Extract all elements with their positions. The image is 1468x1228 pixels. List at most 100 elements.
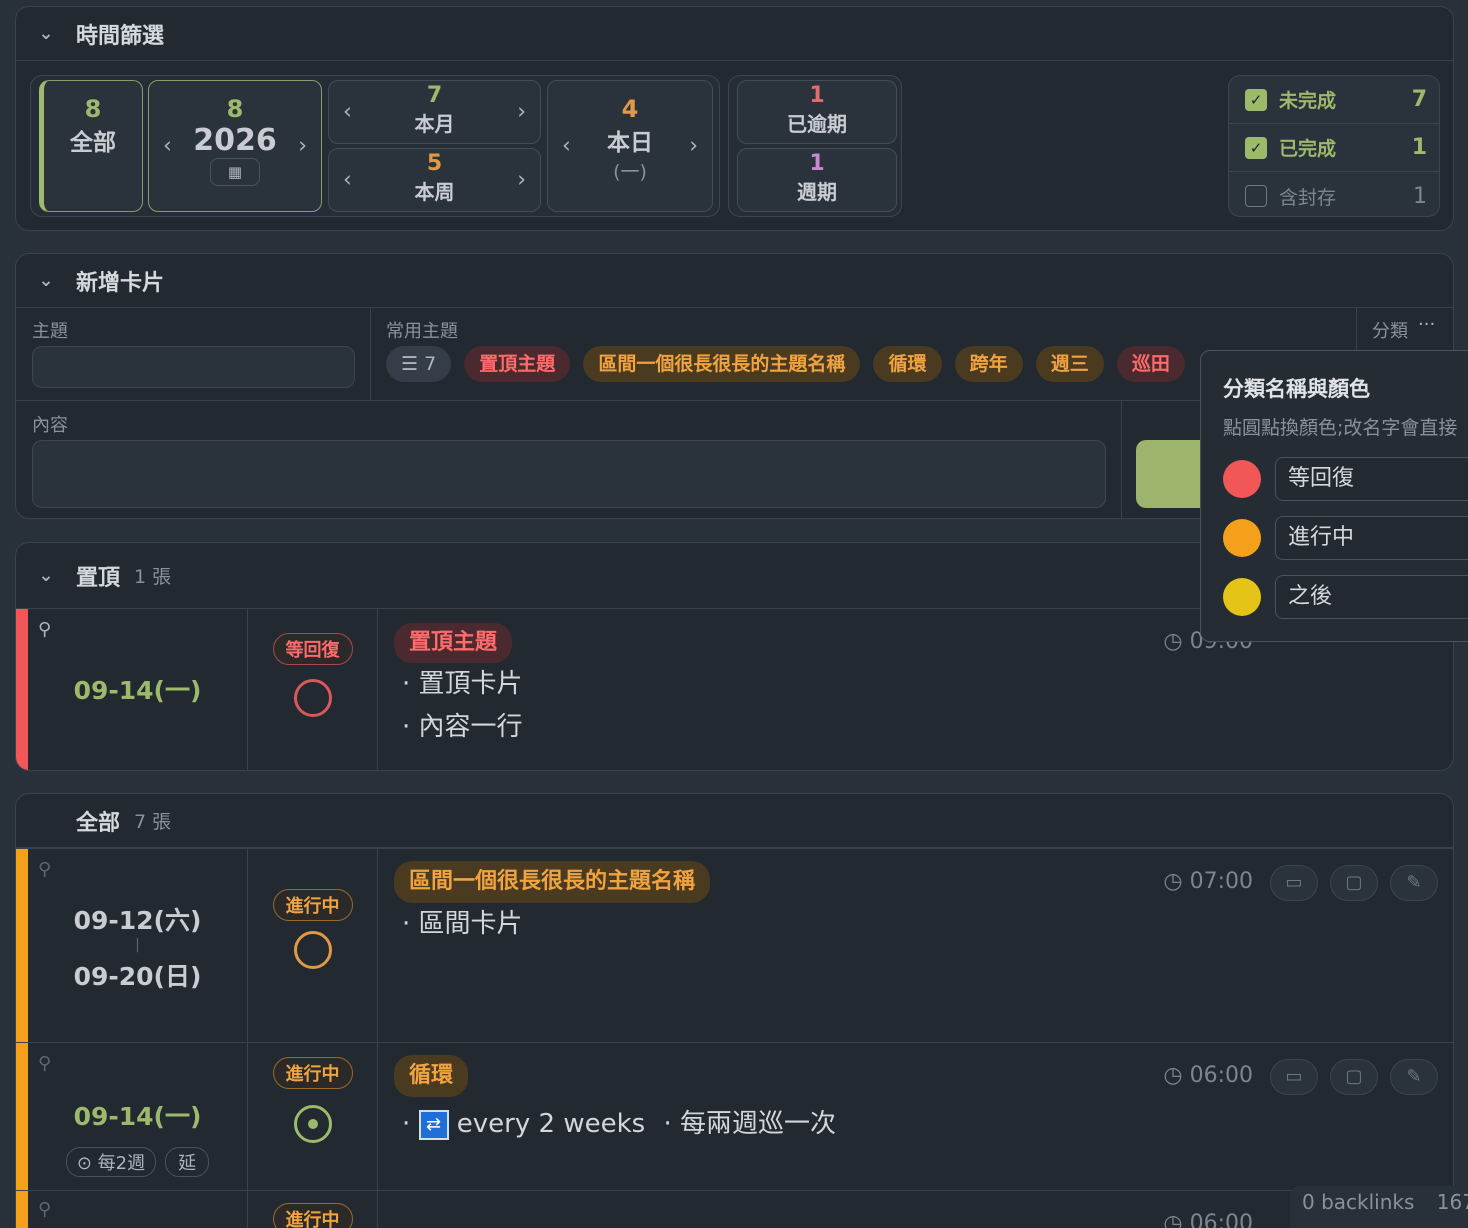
color-dot[interactable]	[1223, 519, 1261, 557]
ring-dot	[307, 1119, 318, 1129]
category-label: 分類	[1372, 321, 1408, 342]
card-line: · 區間卡片	[402, 909, 523, 939]
content-label: 內容	[32, 415, 68, 436]
category-name-input[interactable]: 等回復	[1275, 457, 1468, 501]
card-tag[interactable]: 置頂主題	[394, 623, 513, 663]
status-in-progress-icon[interactable]	[293, 1105, 332, 1143]
color-dot[interactable]	[1223, 460, 1261, 498]
filter-week-tile[interactable]: ‹ › 5 本周	[328, 148, 541, 212]
archive-button[interactable]: ▭	[1270, 1059, 1318, 1095]
common-tag[interactable]: 區間一個很長很長的主題名稱	[583, 346, 861, 382]
next-week-arrow[interactable]: ›	[517, 168, 526, 193]
check-icon: ✓	[1245, 136, 1267, 159]
more-menu-icon[interactable]: ···	[1418, 314, 1435, 335]
filter-day-tile[interactable]: ‹ › 4 本日 (一)	[547, 80, 713, 212]
card-row[interactable]: ⚲ 09-12(六) | 09-20(日) 進行中 區間一個很長很長的主題名稱 …	[16, 848, 1453, 1042]
comment-button[interactable]: ▢	[1330, 865, 1378, 901]
pin-icon[interactable]: ⚲	[38, 1199, 51, 1220]
pin-icon[interactable]: ⚲	[38, 1053, 51, 1074]
category-row: 之後	[1223, 575, 1468, 619]
status-badge[interactable]: 進行中	[272, 1057, 353, 1089]
section-count: 7 張	[134, 811, 172, 833]
card-row[interactable]: ⚲ 09-14(一) ⊙ 每2週 延 進行中 循環 · ⇄ every 2 we…	[16, 1042, 1453, 1190]
status-badge[interactable]: 進行中	[272, 889, 353, 921]
category-popup: 分類名稱與顏色 點圓點換顏色;改名字會直接 等回復 進行中 之後	[1200, 350, 1468, 642]
status-incomplete-checkbox[interactable]: ✓ 未完成 7	[1229, 76, 1439, 124]
subject-input[interactable]	[32, 346, 355, 388]
archive-button[interactable]: ▭	[1270, 865, 1318, 901]
column-divider	[1121, 400, 1122, 518]
pin-icon[interactable]: ⚲	[38, 859, 51, 880]
common-tag[interactable]: 跨年	[954, 346, 1023, 382]
card-content: 循環 · ⇄ every 2 weeks · 每兩週巡一次 ◷ 06:00 ▭ …	[378, 1043, 1453, 1190]
card-status-cell: 等回復	[248, 609, 378, 770]
filter-recurring-tile[interactable]: 1 週期	[737, 148, 897, 212]
all-header[interactable]: 全部 7 張	[16, 794, 1453, 848]
status-filter: ✓ 未完成 7 ✓ 已完成 1 含封存 1	[1228, 75, 1440, 217]
clock-icon: ◷	[1163, 1063, 1190, 1088]
card-tag[interactable]: 循環	[394, 1055, 469, 1097]
backlinks-count[interactable]: 0 backlinks	[1302, 1190, 1414, 1214]
special-filter-group: 1 已逾期 1 週期	[728, 75, 902, 217]
card-status-cell: 進行中	[248, 1191, 378, 1228]
status-ring-icon[interactable]	[293, 679, 332, 717]
card-date-cell: ⚲	[28, 1191, 248, 1228]
prev-month-arrow[interactable]: ‹	[343, 100, 352, 125]
category-name-input[interactable]: 進行中	[1275, 516, 1468, 560]
prev-year-arrow[interactable]: ‹	[163, 134, 172, 159]
status-badge[interactable]: 等回復	[272, 633, 353, 665]
status-badge[interactable]: 進行中	[272, 1203, 353, 1228]
comment-icon: ▢	[1345, 872, 1363, 893]
prev-day-arrow[interactable]: ‹	[562, 134, 571, 159]
repeat-badge[interactable]: ⊙ 每2週	[65, 1147, 157, 1177]
edit-button[interactable]: ✎	[1390, 865, 1438, 901]
tag-list-button[interactable]: ☰ 7	[386, 346, 452, 382]
next-month-arrow[interactable]: ›	[517, 100, 526, 125]
card-status-cell: 進行中	[248, 1043, 378, 1190]
comment-icon: ▢	[1345, 1066, 1363, 1087]
filter-all-tile[interactable]: 8 全部	[39, 80, 143, 212]
category-color-bar	[16, 609, 28, 770]
category-name-input[interactable]: 之後	[1275, 575, 1468, 619]
next-year-arrow[interactable]: ›	[298, 134, 307, 159]
extend-badge[interactable]: 延	[165, 1147, 210, 1177]
card-tag[interactable]: 區間一個很長很長的主題名稱	[394, 861, 711, 903]
new-card-header[interactable]: ⌄ 新增卡片	[16, 254, 1453, 308]
pencil-icon: ✎	[1406, 872, 1422, 893]
pin-icon[interactable]: ⚲	[38, 619, 51, 640]
category-color-bar	[16, 849, 28, 1042]
clock-icon: ◷	[1163, 869, 1190, 894]
common-tags: ☰ 7 置頂主題 區間一個很長很長的主題名稱 循環 跨年 週三 巡田	[386, 346, 1206, 386]
popup-hint: 點圓點換顏色;改名字會直接	[1223, 417, 1458, 439]
card-row[interactable]: ⚲ 進行中 ◷ 06:00	[16, 1190, 1453, 1228]
time-filter-header[interactable]: ⌄ 時間篩選	[16, 7, 1453, 61]
common-tag[interactable]: 巡田	[1116, 346, 1185, 382]
calendar-icon[interactable]: ▦	[210, 158, 260, 186]
clock-icon: ◷	[1163, 1211, 1190, 1228]
common-tag[interactable]: 置頂主題	[464, 346, 571, 382]
chevron-down-icon[interactable]: ⌄	[16, 565, 76, 586]
next-day-arrow[interactable]: ›	[689, 134, 698, 159]
card-content: 區間一個很長很長的主題名稱 · 區間卡片 ◷ 07:00 ▭ ▢ ✎	[378, 849, 1453, 1042]
edit-button[interactable]: ✎	[1390, 1059, 1438, 1095]
chevron-down-icon[interactable]: ⌄	[16, 270, 76, 291]
content-textarea[interactable]	[32, 440, 1106, 508]
color-dot[interactable]	[1223, 578, 1261, 616]
word-count: 167	[1436, 1190, 1468, 1214]
status-ring-icon[interactable]	[293, 931, 332, 969]
card-date-cell: ⚲ 09-14(一) ⊙ 每2週 延	[28, 1043, 248, 1190]
card-time: ◷ 06:00	[1163, 1211, 1253, 1228]
section-title: 新增卡片	[76, 270, 165, 296]
prev-week-arrow[interactable]: ‹	[343, 168, 352, 193]
common-tag[interactable]: 週三	[1035, 346, 1104, 382]
column-divider	[370, 308, 371, 400]
filter-year-tile[interactable]: ‹ › 8 2026 ▦	[148, 80, 322, 212]
status-archived-checkbox[interactable]: 含封存 1	[1229, 172, 1439, 216]
common-tag[interactable]: 循環	[873, 346, 942, 382]
filter-overdue-tile[interactable]: 1 已逾期	[737, 80, 897, 144]
chevron-down-icon[interactable]: ⌄	[16, 23, 76, 44]
comment-button[interactable]: ▢	[1330, 1059, 1378, 1095]
status-done-checkbox[interactable]: ✓ 已完成 1	[1229, 124, 1439, 172]
category-color-bar	[16, 1043, 28, 1190]
filter-month-tile[interactable]: ‹ › 7 本月	[328, 80, 541, 144]
